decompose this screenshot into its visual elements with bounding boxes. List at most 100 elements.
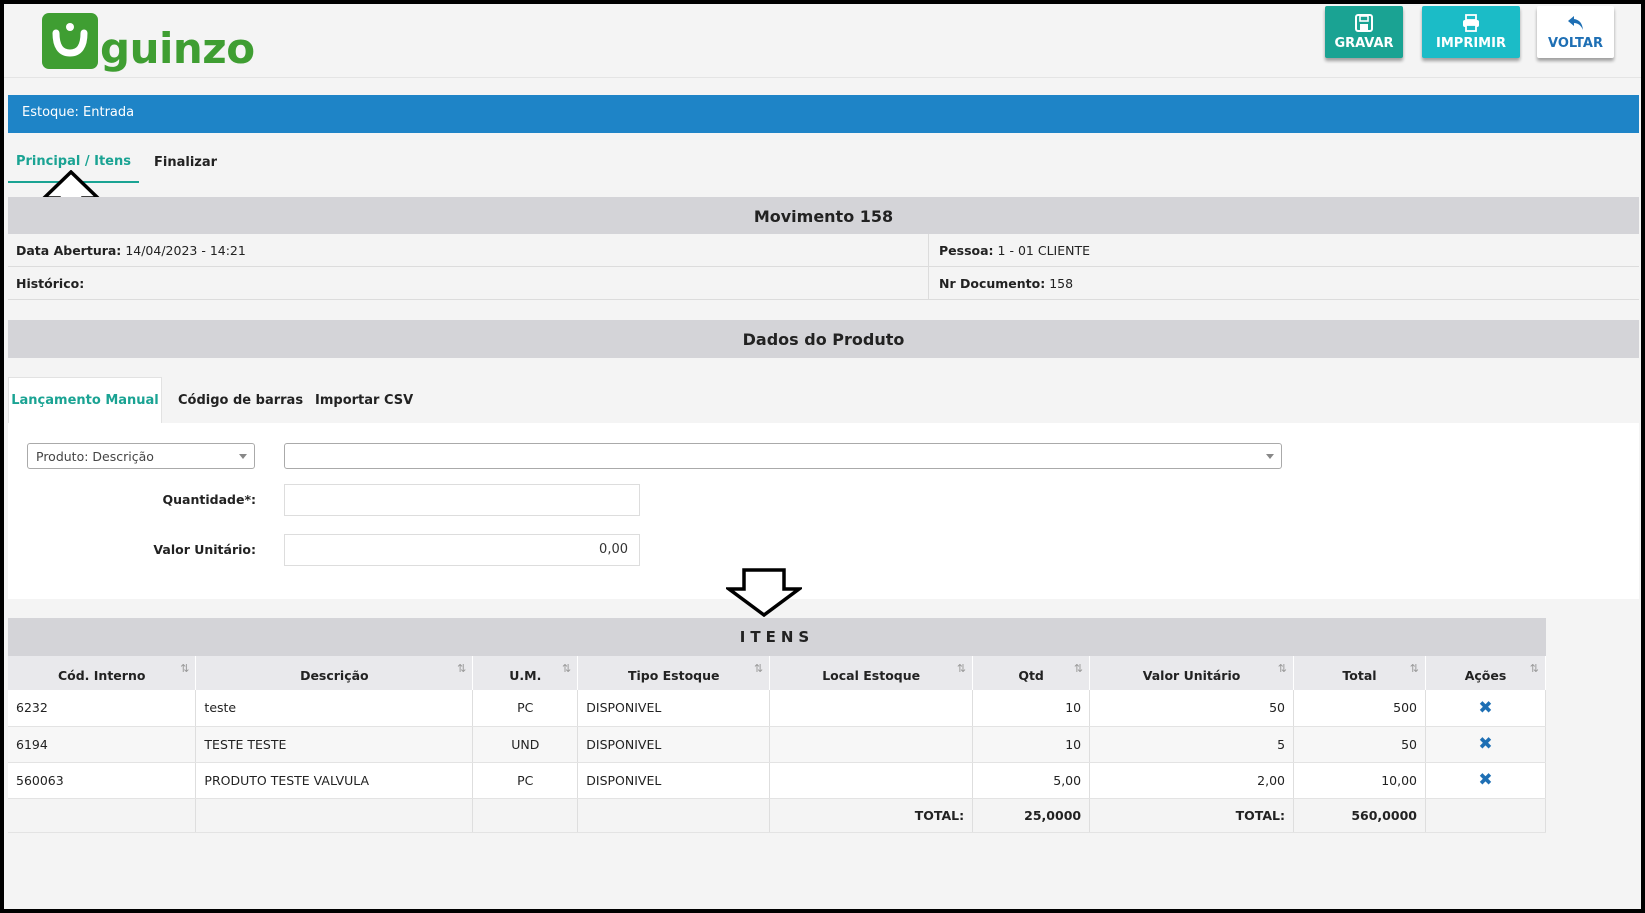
sort-icon: ⇅ xyxy=(956,662,967,675)
total-qty-label: TOTAL: xyxy=(769,798,974,833)
quantity-input[interactable] xyxy=(284,484,640,516)
column-header[interactable]: Total ⇅ xyxy=(1293,656,1426,690)
column-header[interactable]: Valor Unitário ⇅ xyxy=(1089,656,1295,690)
logo: guinzo xyxy=(42,6,255,76)
cell-qty: 5,00 xyxy=(972,762,1091,799)
column-header[interactable]: Descrição ⇅ xyxy=(195,656,474,690)
unit-value-input[interactable]: 0,00 xyxy=(284,534,640,566)
cell-code: 6232 xyxy=(8,690,197,727)
cell-description: TESTE TESTE xyxy=(195,726,474,763)
logo-text: guinzo xyxy=(100,23,255,73)
cell-code: 560063 xyxy=(8,762,197,799)
movement-info: Data Abertura: 14/04/2023 - 14:21 Pessoa… xyxy=(8,234,1639,300)
cell-unit-value: 5 xyxy=(1089,726,1295,763)
info-row: Data Abertura: 14/04/2023 - 14:21 Pessoa… xyxy=(8,234,1639,267)
chevron-down-icon xyxy=(239,454,247,459)
movement-header: Movimento 158 xyxy=(8,197,1639,235)
cell-stock-type: DISPONIVEL xyxy=(577,762,771,799)
delete-icon[interactable]: ✖ xyxy=(1478,770,1492,790)
doc-number-label: Nr Documento: xyxy=(939,275,1046,291)
table-row: 560063 PRODUTO TESTE VALVULA PC DISPONIV… xyxy=(8,762,1547,799)
cell-stock-type: DISPONIVEL xyxy=(577,690,771,727)
sort-icon: ⇅ xyxy=(1277,662,1288,675)
table-header-row: Cód. Interno ⇅ Descrição ⇅ U.M. ⇅ Tipo Esto… xyxy=(8,656,1547,690)
doc-number-value: 158 xyxy=(1049,275,1074,291)
cell-stock-location xyxy=(769,762,974,799)
sort-icon: ⇅ xyxy=(1073,662,1084,675)
back-button[interactable]: VOLTAR xyxy=(1537,6,1614,58)
tab-manual-entry[interactable]: Lançamento Manual xyxy=(8,377,162,423)
reply-arrow-icon xyxy=(1567,16,1583,30)
history-label: Histórico: xyxy=(16,275,85,291)
cell-um: UND xyxy=(472,726,579,763)
tab-finalizar[interactable]: Finalizar xyxy=(154,141,217,183)
cell-stock-location xyxy=(769,690,974,727)
cell-total: 50 xyxy=(1293,726,1426,763)
person-value: 1 - 01 CLIENTE xyxy=(997,242,1090,258)
down-arrow-annotation-icon xyxy=(726,568,802,617)
total-qty-value: 25,0000 xyxy=(972,798,1091,833)
save-button-label: GRAVAR xyxy=(1334,36,1394,51)
save-button[interactable]: GRAVAR xyxy=(1325,6,1403,58)
cell-stock-location xyxy=(769,726,974,763)
column-header[interactable]: Tipo Estoque ⇅ xyxy=(577,656,771,690)
back-button-label: VOLTAR xyxy=(1548,36,1603,51)
chevron-down-icon xyxy=(1266,454,1274,459)
product-header: Dados do Produto xyxy=(8,320,1639,358)
app-window: guinzo GRAVAR IMPRIMIR VOLTAR Estoque: E… xyxy=(4,4,1641,909)
open-date-value: 14/04/2023 - 14:21 xyxy=(125,242,246,258)
column-header[interactable]: Ações ⇅ xyxy=(1425,656,1547,690)
sort-icon: ⇅ xyxy=(180,662,190,675)
unit-value-label: Valor Unitário: xyxy=(153,542,256,557)
product-select[interactable] xyxy=(284,443,1282,469)
cell-description: teste xyxy=(195,690,474,727)
totals-row: TOTAL: 25,0000 TOTAL: 560,0000 xyxy=(8,798,1547,833)
table-row: 6194 TESTE TESTE UND DISPONIVEL 10 5 50 … xyxy=(8,726,1547,763)
sort-icon: ⇅ xyxy=(1529,662,1539,675)
print-button[interactable]: IMPRIMIR xyxy=(1422,6,1520,58)
cell-qty: 10 xyxy=(972,690,1091,727)
cell-qty: 10 xyxy=(972,726,1091,763)
column-header[interactable]: Local Estoque ⇅ xyxy=(769,656,974,690)
column-header[interactable]: Cód. Interno ⇅ xyxy=(8,656,197,690)
total-value: 560,0000 xyxy=(1293,798,1426,833)
cell-um: PC xyxy=(472,762,579,799)
items-table: Cód. Interno ⇅ Descrição ⇅ U.M. ⇅ Tipo Esto… xyxy=(8,656,1547,833)
tab-barcode[interactable]: Código de barras xyxy=(178,377,303,423)
column-header[interactable]: Qtd ⇅ xyxy=(972,656,1091,690)
search-type-value: Produto: Descrição xyxy=(36,449,154,464)
cell-stock-type: DISPONIVEL xyxy=(577,726,771,763)
header: guinzo GRAVAR IMPRIMIR VOLTAR xyxy=(4,4,1641,78)
sort-icon: ⇅ xyxy=(1409,662,1419,675)
column-header[interactable]: U.M. ⇅ xyxy=(472,656,579,690)
product-panel: Produto: Descrição Quantidade*: Valor Un… xyxy=(8,423,1639,599)
total-value-label: TOTAL: xyxy=(1089,798,1295,833)
cell-total: 10,00 xyxy=(1293,762,1426,799)
product-tabs: Lançamento Manual Código de barras Impor… xyxy=(8,377,1639,423)
main-tabs: Principal / Itens Finalizar xyxy=(8,141,1639,183)
cell-total: 500 xyxy=(1293,690,1426,727)
print-button-label: IMPRIMIR xyxy=(1436,36,1506,51)
sort-icon: ⇅ xyxy=(753,662,764,675)
delete-icon[interactable]: ✖ xyxy=(1478,698,1492,718)
items-header: ITENS xyxy=(8,618,1546,656)
cell-unit-value: 50 xyxy=(1089,690,1295,727)
printer-icon xyxy=(1463,14,1479,32)
search-type-select[interactable]: Produto: Descrição xyxy=(27,443,255,469)
quantity-label: Quantidade*: xyxy=(162,492,256,507)
open-date-label: Data Abertura: xyxy=(16,242,122,258)
cell-code: 6194 xyxy=(8,726,197,763)
sort-icon: ⇅ xyxy=(457,662,467,675)
person-label: Pessoa: xyxy=(939,242,994,258)
table-row: 6232 teste PC DISPONIVEL 10 50 500 ✖ xyxy=(8,690,1547,727)
save-icon xyxy=(1355,14,1373,32)
logo-mark-icon xyxy=(42,13,98,69)
cell-unit-value: 2,00 xyxy=(1089,762,1295,799)
delete-icon[interactable]: ✖ xyxy=(1478,734,1492,754)
tab-import-csv[interactable]: Importar CSV xyxy=(315,377,413,423)
info-row: Histórico: Nr Documento: 158 xyxy=(8,267,1639,300)
page-title-bar: Estoque: Entrada xyxy=(8,95,1639,133)
cell-um: PC xyxy=(472,690,579,727)
sort-icon: ⇅ xyxy=(562,662,572,675)
cell-description: PRODUTO TESTE VALVULA xyxy=(195,762,474,799)
